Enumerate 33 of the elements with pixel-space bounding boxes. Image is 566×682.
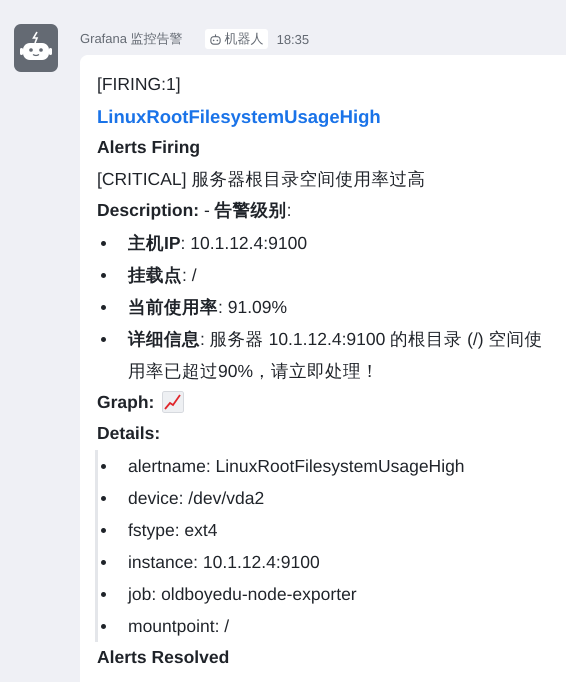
list-item-text: 当前使用率: 91.09% [128,296,288,318]
sender-name: Grafana 监控告警 [80,30,183,48]
list-item-text: job: oldboyedu-node-exporter [128,582,358,606]
bullet-icon [101,464,106,468]
graph-label: Graph: [97,390,154,414]
bullet-icon [101,336,106,342]
alert-title: [FIRING:1] [97,73,182,96]
list-item-text: mountpoint: / [128,614,230,638]
message-time: 18:35 [276,32,310,46]
bullet-icon [101,560,106,564]
robot-avatar[interactable] [14,24,58,72]
section-heading: Alerts Firing [97,136,202,159]
list-item-text: alertname: LinuxRootFilesystemUsageHigh [128,454,466,478]
message-text: [CRITICAL] 服务器根目录空间使用率过高 [97,168,426,191]
bullet-icon [101,272,106,278]
list-item-text: device: /dev/vda2 [128,486,266,510]
bullet-icon [101,592,106,596]
chart-icon[interactable] [162,391,184,414]
section-heading: Details: [97,422,162,445]
bullet-icon [101,304,106,310]
bot-badge: 机器人 [204,29,268,49]
bullet-icon [101,240,106,246]
alert-link[interactable]: LinuxRootFilesystemUsageHigh [97,100,566,132]
list-item-text: 挂载点: / [128,264,198,286]
list-item-text: 详细信息: 服务器 10.1.12.4:9100 的根目录 (/) 空间使用率已超过90%，请立即处理！ [128,328,544,382]
list-item-text: fstype: ext4 [128,518,218,542]
bullet-icon [101,624,106,628]
list-item-text: 主机IP: 10.1.12.4:9100 [128,232,308,254]
list-item-text: instance: 10.1.12.4:9100 [128,550,321,574]
bullet-icon [101,528,106,532]
message-text: Description: - 告警级别: [97,199,293,222]
bullet-icon [101,496,106,500]
section-heading: Alerts Resolved [97,646,230,668]
